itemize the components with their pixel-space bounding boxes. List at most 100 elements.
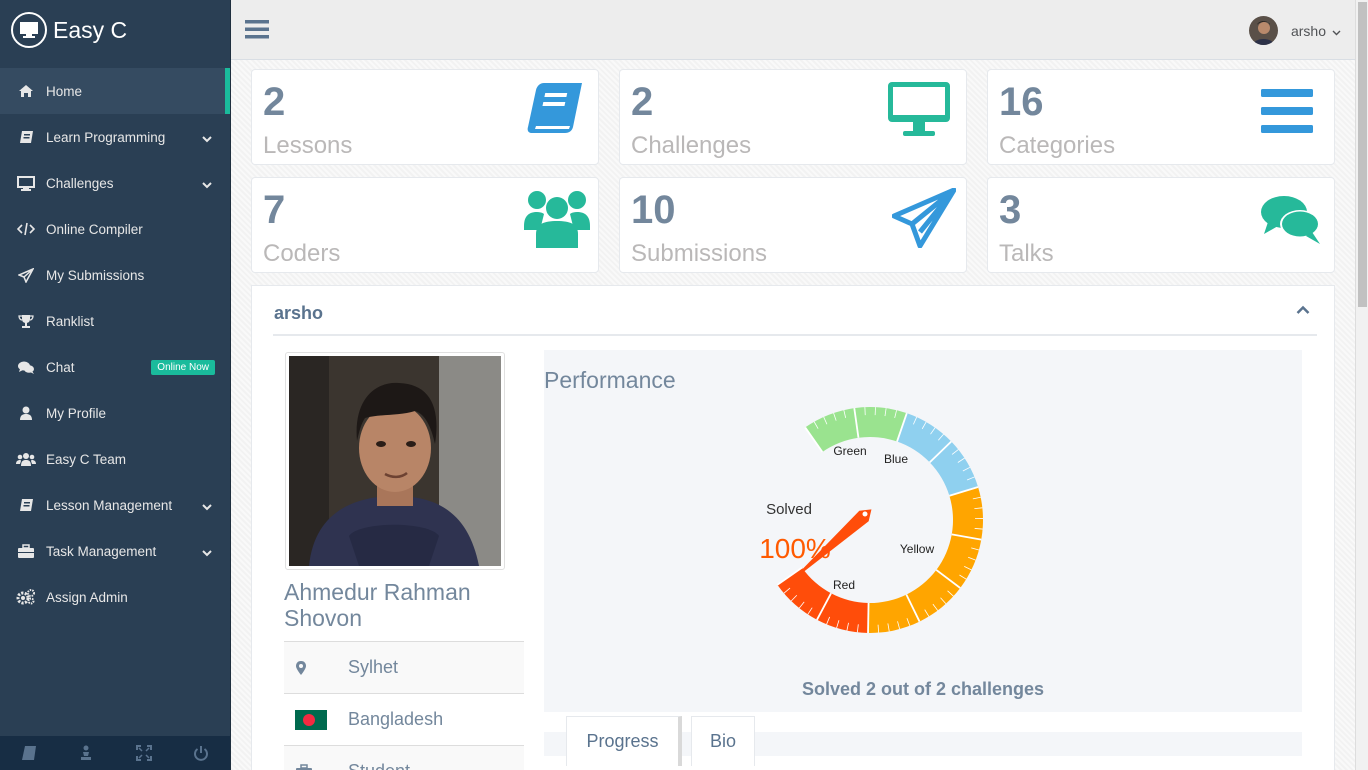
tile-coders[interactable]: 7 Coders xyxy=(251,177,599,273)
comments-icon xyxy=(1260,194,1322,251)
tile-challenges[interactable]: 2 Challenges xyxy=(619,69,967,165)
paper-plane-icon xyxy=(891,187,957,253)
tile-count: 2 xyxy=(631,80,654,124)
user-icon xyxy=(16,405,36,421)
sidebar-item-label: Easy C Team xyxy=(46,451,127,467)
sidebar-item-label: My Submissions xyxy=(46,267,145,283)
chevron-down-icon xyxy=(1332,23,1341,39)
desktop-icon xyxy=(16,175,36,191)
tab-bio[interactable]: Bio xyxy=(691,716,755,766)
desktop-icon xyxy=(886,80,952,143)
tile-lessons[interactable]: 2 Lessons xyxy=(251,69,599,165)
tile-label: Submissions xyxy=(631,240,768,267)
online-status-badge: Online Now xyxy=(151,360,215,375)
scrollbar[interactable] xyxy=(1355,0,1368,770)
sidebar-item-my-profile[interactable]: My Profile xyxy=(0,390,230,436)
users-icon xyxy=(16,451,36,467)
users-icon xyxy=(524,188,590,253)
sidebar-menu: Home Learn Programming Challenges Online… xyxy=(0,68,230,620)
app-name: Easy C xyxy=(53,16,128,43)
main-content: 2 Lessons 2 Challenges 16 Categories 7 C… xyxy=(231,60,1355,770)
chess-icon[interactable] xyxy=(58,745,115,761)
brand[interactable]: Easy C xyxy=(0,0,230,60)
sidebar-item-label: My Profile xyxy=(46,405,107,421)
tile-label: Categories xyxy=(999,132,1116,159)
book-icon xyxy=(16,497,36,513)
divider xyxy=(273,334,1317,336)
performance-summary: Solved 2 out of 2 challenges xyxy=(801,679,1045,699)
avatar xyxy=(1248,16,1278,45)
chevron-up-icon[interactable] xyxy=(1296,302,1310,320)
fullscreen-icon[interactable] xyxy=(115,745,172,761)
sidebar: Easy C Home Learn Programming Challenges… xyxy=(0,0,231,770)
gauge-zone-label: Yellow xyxy=(900,542,935,556)
top-navbar: arsho xyxy=(231,0,1355,60)
book-icon[interactable] xyxy=(0,745,57,761)
sidebar-item-label: Learn Programming xyxy=(46,129,166,145)
tile-label: Lessons xyxy=(263,132,353,159)
sidebar-item-home[interactable]: Home xyxy=(0,68,230,114)
tile-count: 7 xyxy=(263,188,286,232)
trophy-icon xyxy=(16,313,36,329)
sidebar-item-label: Lesson Management xyxy=(46,497,173,513)
tile-label: Talks xyxy=(999,240,1054,267)
sidebar-item-label: Home xyxy=(46,83,83,99)
sidebar-item-learn-programming[interactable]: Learn Programming xyxy=(0,114,230,160)
tile-talks[interactable]: 3 Talks xyxy=(987,177,1335,273)
sidebar-item-label: Online Compiler xyxy=(46,221,143,237)
performance-section: Performance Solved 100% Green Blue Yello… xyxy=(544,350,1302,712)
username: arsho xyxy=(1290,22,1326,39)
panel-title: arsho xyxy=(274,303,324,323)
profile-role: Student xyxy=(284,745,524,770)
sidebar-item-challenges[interactable]: Challenges xyxy=(0,160,230,206)
profile-name: Ahmedur Rahman Shovon xyxy=(284,579,471,631)
tab-progress[interactable]: Progress xyxy=(566,716,682,766)
comments-icon xyxy=(16,359,36,375)
tile-categories[interactable]: 16 Categories xyxy=(987,69,1335,165)
sidebar-footer xyxy=(0,736,230,770)
sidebar-item-label: Task Management xyxy=(46,543,157,559)
gears-icon xyxy=(16,589,36,605)
gauge-tick xyxy=(867,602,870,633)
sidebar-item-label: Challenges xyxy=(46,175,114,191)
scrollbar-thumb[interactable] xyxy=(1358,2,1367,307)
role-text: Student xyxy=(348,761,410,770)
gauge-zone-label: Red xyxy=(833,578,855,592)
sidebar-item-ranklist[interactable]: Ranklist xyxy=(0,298,230,344)
sidebar-item-lesson-management[interactable]: Lesson Management xyxy=(0,482,230,528)
profile-location: Sylhet xyxy=(284,641,524,693)
tile-submissions[interactable]: 10 Submissions xyxy=(619,177,967,273)
profile-photo xyxy=(285,352,505,570)
sidebar-item-easy-c-team[interactable]: Easy C Team xyxy=(0,436,230,482)
tile-label: Challenges xyxy=(631,132,752,159)
sidebar-item-task-management[interactable]: Task Management xyxy=(0,528,230,574)
country-text: Bangladesh xyxy=(348,709,444,729)
sidebar-item-my-submissions[interactable]: My Submissions xyxy=(0,252,230,298)
tile-count: 2 xyxy=(263,80,286,124)
chevron-down-icon xyxy=(202,177,212,192)
desktop-icon xyxy=(11,12,47,48)
home-icon xyxy=(16,83,36,99)
chevron-down-icon xyxy=(202,131,212,146)
tile-count: 16 xyxy=(999,80,1044,124)
bars-icon xyxy=(1260,88,1314,139)
sidebar-item-label: Assign Admin xyxy=(46,589,128,605)
sidebar-item-online-compiler[interactable]: Online Compiler xyxy=(0,206,230,252)
sidebar-item-label: Ranklist xyxy=(46,313,95,329)
sidebar-item-assign-admin[interactable]: Assign Admin xyxy=(0,574,230,620)
tile-count: 3 xyxy=(999,188,1022,232)
power-icon[interactable] xyxy=(173,745,230,761)
map-marker-icon xyxy=(284,660,348,676)
tile-label: Coders xyxy=(263,240,341,267)
bangladesh-flag-icon xyxy=(284,709,348,730)
gauge-value: 100% xyxy=(759,533,831,564)
chevron-down-icon xyxy=(202,545,212,560)
user-menu[interactable]: arsho xyxy=(1248,16,1341,45)
profile-info-list: Sylhet Bangladesh Student xyxy=(284,641,524,770)
location-text: Sylhet xyxy=(348,657,399,677)
gauge-zone-label: Blue xyxy=(884,452,908,466)
performance-title: Performance xyxy=(544,367,676,393)
sidebar-item-chat[interactable]: Chat Online Now xyxy=(0,344,230,390)
chevron-down-icon xyxy=(202,499,212,514)
menu-toggle-icon[interactable] xyxy=(245,18,269,40)
